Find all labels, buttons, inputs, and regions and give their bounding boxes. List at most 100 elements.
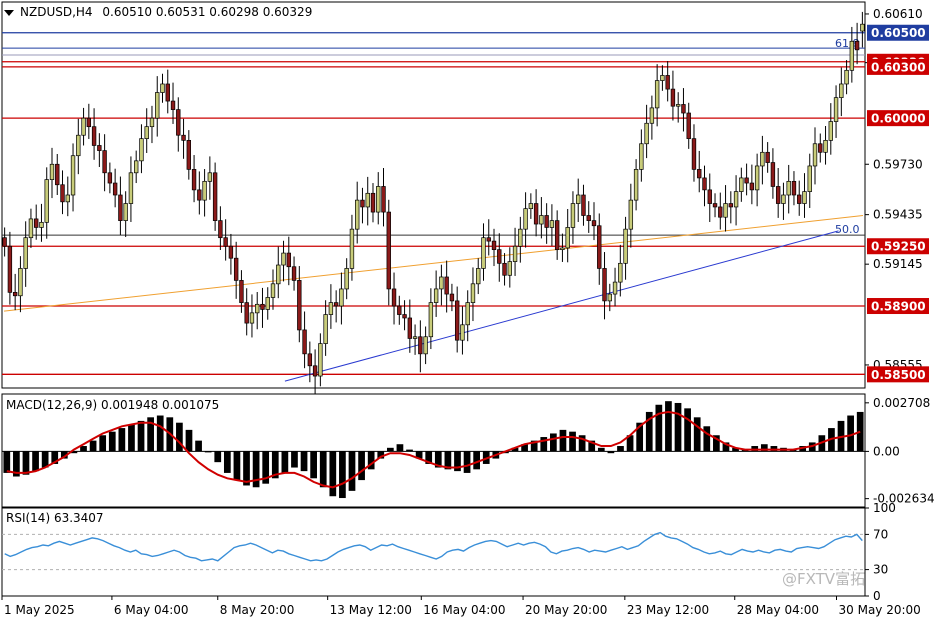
candle[interactable] (702, 165, 707, 207)
candle[interactable] (270, 269, 276, 310)
candle[interactable] (849, 26, 855, 83)
candle[interactable] (165, 69, 170, 114)
candle[interactable] (444, 260, 449, 313)
candle[interactable] (49, 147, 55, 199)
candle[interactable] (775, 168, 781, 218)
candle[interactable] (644, 104, 649, 159)
chart-canvas[interactable]: 0.606100.603250.597300.594350.591450.585… (0, 0, 936, 624)
candle[interactable] (533, 189, 539, 237)
candle[interactable] (18, 256, 23, 313)
candle[interactable] (754, 153, 760, 207)
candle[interactable] (28, 208, 34, 248)
candle[interactable] (549, 204, 555, 246)
candle[interactable] (65, 176, 70, 217)
candle[interactable] (370, 183, 376, 223)
candle[interactable] (55, 154, 60, 195)
candle[interactable] (760, 135, 765, 185)
candle[interactable] (697, 150, 702, 193)
candle[interactable] (454, 286, 460, 353)
candle[interactable] (244, 288, 249, 336)
candle[interactable] (155, 76, 160, 137)
candle[interactable] (591, 202, 597, 241)
candle[interactable] (460, 306, 465, 355)
candle[interactable] (276, 246, 281, 299)
candle[interactable] (433, 270, 439, 317)
candle[interactable] (218, 206, 223, 250)
candle[interactable] (744, 163, 749, 196)
candle[interactable] (291, 256, 297, 291)
candle[interactable] (349, 214, 355, 281)
candle[interactable] (44, 167, 49, 239)
candle[interactable] (423, 326, 428, 365)
candle[interactable] (786, 164, 791, 214)
candle[interactable] (618, 244, 623, 297)
candle[interactable] (391, 272, 397, 325)
candle[interactable] (328, 284, 334, 329)
candle[interactable] (223, 219, 228, 261)
candle[interactable] (839, 67, 844, 117)
candle[interactable] (797, 180, 802, 216)
candle[interactable] (197, 171, 202, 215)
candle[interactable] (102, 134, 107, 192)
candle[interactable] (486, 219, 491, 256)
candle[interactable] (581, 184, 586, 226)
candle[interactable] (502, 253, 507, 286)
candle[interactable] (765, 142, 770, 173)
candle[interactable] (833, 85, 839, 138)
candle[interactable] (807, 153, 812, 208)
candle[interactable] (612, 267, 618, 307)
candle[interactable] (207, 156, 213, 200)
candle[interactable] (112, 168, 118, 208)
candle[interactable] (770, 148, 776, 199)
candle[interactable] (791, 171, 797, 206)
candle[interactable] (570, 191, 576, 244)
candle[interactable] (718, 192, 723, 230)
candle[interactable] (228, 233, 234, 275)
candle[interactable] (712, 193, 718, 218)
candle[interactable] (723, 185, 728, 232)
candle[interactable] (176, 97, 181, 152)
candle[interactable] (528, 193, 534, 219)
candle[interactable] (523, 192, 528, 248)
candle[interactable] (123, 191, 128, 238)
candle[interactable] (186, 130, 191, 180)
candle[interactable] (286, 236, 291, 286)
candle[interactable] (81, 107, 86, 146)
candle[interactable] (412, 324, 418, 355)
trendline-orange[interactable] (3, 214, 864, 312)
candle[interactable] (60, 170, 65, 215)
candle[interactable] (149, 105, 155, 144)
candle[interactable] (265, 287, 270, 320)
candle[interactable] (91, 108, 97, 160)
candle[interactable] (607, 283, 612, 312)
candle[interactable] (707, 173, 712, 222)
candle[interactable] (518, 216, 523, 263)
candle[interactable] (554, 210, 560, 260)
candle[interactable] (465, 290, 470, 342)
candle[interactable] (497, 233, 502, 282)
candle[interactable] (307, 341, 313, 383)
candle[interactable] (76, 118, 81, 175)
candle[interactable] (133, 150, 139, 184)
candle[interactable] (660, 65, 665, 91)
candle[interactable] (360, 187, 365, 224)
candle[interactable] (297, 266, 302, 343)
candle[interactable] (639, 129, 644, 182)
candle[interactable] (439, 264, 444, 306)
candle[interactable] (34, 204, 39, 240)
candle[interactable] (739, 167, 744, 202)
candle[interactable] (449, 283, 455, 312)
candle[interactable] (597, 213, 602, 285)
candle[interactable] (86, 103, 92, 139)
candle[interactable] (355, 181, 360, 244)
candle[interactable] (144, 108, 149, 153)
candle[interactable] (681, 88, 686, 132)
candle[interactable] (397, 295, 402, 325)
candle[interactable] (318, 333, 323, 387)
candle[interactable] (2, 227, 7, 257)
candle[interactable] (97, 133, 102, 167)
candle[interactable] (733, 175, 739, 226)
candle[interactable] (586, 201, 591, 233)
candle[interactable] (323, 300, 328, 356)
candle[interactable] (628, 183, 634, 248)
